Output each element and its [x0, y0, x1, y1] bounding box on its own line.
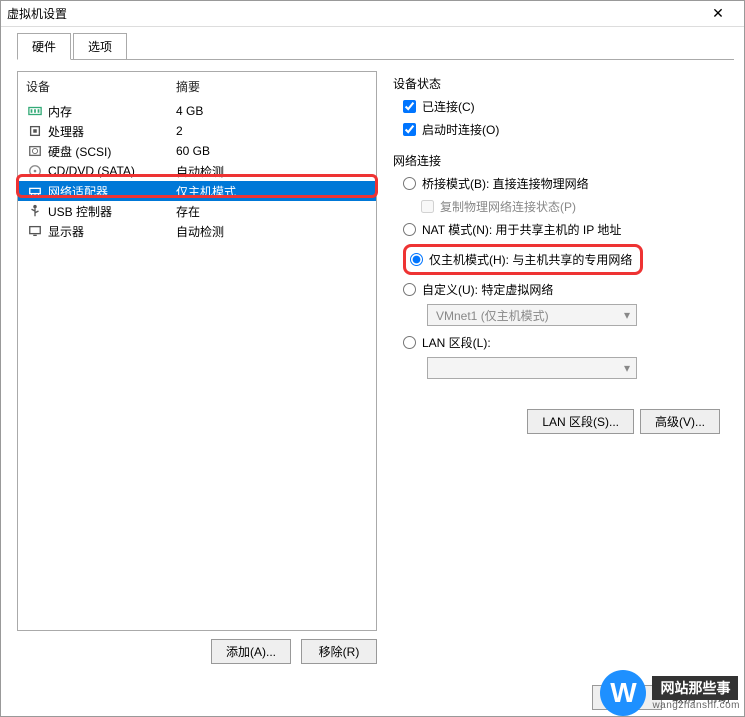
- connect-on-power-label: 启动时连接(O): [422, 121, 499, 138]
- device-summary: 4 GB: [176, 104, 368, 118]
- memory-icon: [26, 103, 44, 119]
- connected-input[interactable]: [403, 100, 416, 113]
- custom-input[interactable]: [403, 283, 416, 296]
- lan-select: [427, 357, 637, 379]
- cd-icon: [26, 163, 44, 179]
- connected-label: 已连接(C): [422, 98, 475, 115]
- device-summary: 自动检测: [176, 163, 368, 180]
- connect-on-power-input[interactable]: [403, 123, 416, 136]
- close-icon[interactable]: ✕: [698, 5, 738, 22]
- lan-label: LAN 区段(L):: [422, 334, 491, 351]
- device-name: CD/DVD (SATA): [48, 164, 135, 178]
- device-name: 网络适配器: [48, 183, 108, 200]
- device-name: 硬盘 (SCSI): [48, 143, 111, 160]
- display-icon: [26, 223, 44, 239]
- nat-label: NAT 模式(N): 用于共享主机的 IP 地址: [422, 221, 621, 238]
- watermark-badge: W: [600, 670, 646, 716]
- device-name: 处理器: [48, 123, 84, 140]
- custom-label: 自定义(U): 特定虚拟网络: [422, 281, 553, 298]
- network-title: 网络连接: [393, 152, 724, 169]
- hostonly-radio[interactable]: 仅主机模式(H): 与主机共享的专用网络: [410, 251, 632, 268]
- bridged-label: 桥接模式(B): 直接连接物理网络: [422, 175, 589, 192]
- tab-bar: 硬件 选项: [1, 27, 744, 60]
- disk-icon: [26, 143, 44, 159]
- tab-options[interactable]: 选项: [73, 33, 127, 60]
- custom-select: VMnet1 (仅主机模式): [427, 304, 637, 326]
- device-summary: 仅主机模式: [176, 183, 368, 200]
- nat-input[interactable]: [403, 223, 416, 236]
- device-name: 内存: [48, 103, 72, 120]
- header-device: 设备: [26, 78, 176, 95]
- cpu-icon: [26, 123, 44, 139]
- device-summary: 自动检测: [176, 223, 368, 240]
- device-summary: 存在: [176, 203, 368, 220]
- nat-radio[interactable]: NAT 模式(N): 用于共享主机的 IP 地址: [403, 221, 724, 238]
- device-row-disk[interactable]: 硬盘 (SCSI) 60 GB: [18, 141, 376, 161]
- tab-hardware[interactable]: 硬件: [17, 33, 71, 60]
- connected-checkbox[interactable]: 已连接(C): [403, 98, 724, 115]
- watermark: W 网站那些事 wangzhanshi.com: [600, 670, 740, 716]
- device-list: 设备 摘要 内存 4 GB 处理器 2 硬盘 (SCSI) 60 GB CD/D…: [17, 71, 377, 631]
- device-row-network[interactable]: 网络适配器 仅主机模式: [18, 181, 376, 201]
- device-summary: 60 GB: [176, 144, 368, 158]
- hostonly-input[interactable]: [410, 253, 423, 266]
- usb-icon: [26, 203, 44, 219]
- advanced-button[interactable]: 高级(V)...: [640, 409, 720, 434]
- list-header: 设备 摘要: [18, 72, 376, 101]
- network-icon: [26, 183, 44, 199]
- header-summary: 摘要: [176, 78, 368, 95]
- hostonly-label: 仅主机模式(H): 与主机共享的专用网络: [429, 251, 632, 268]
- device-row-memory[interactable]: 内存 4 GB: [18, 101, 376, 121]
- replicate-checkbox: 复制物理网络连接状态(P): [421, 198, 724, 215]
- titlebar: 虚拟机设置 ✕: [1, 1, 744, 27]
- device-name: 显示器: [48, 223, 84, 240]
- status-title: 设备状态: [393, 75, 724, 92]
- replicate-label: 复制物理网络连接状态(P): [440, 198, 576, 215]
- device-status-group: 设备状态 已连接(C) 启动时连接(O): [393, 75, 724, 138]
- connect-on-power-checkbox[interactable]: 启动时连接(O): [403, 121, 724, 138]
- lan-input[interactable]: [403, 336, 416, 349]
- device-row-cd[interactable]: CD/DVD (SATA) 自动检测: [18, 161, 376, 181]
- hostonly-highlight: 仅主机模式(H): 与主机共享的专用网络: [403, 244, 643, 275]
- device-summary: 2: [176, 124, 368, 138]
- window-title: 虚拟机设置: [7, 5, 698, 22]
- device-row-display[interactable]: 显示器 自动检测: [18, 221, 376, 241]
- bridged-input[interactable]: [403, 177, 416, 190]
- watermark-line2: wangzhanshi.com: [652, 700, 740, 711]
- lan-radio[interactable]: LAN 区段(L):: [403, 334, 724, 351]
- network-connection-group: 网络连接 桥接模式(B): 直接连接物理网络 复制物理网络连接状态(P) NAT…: [393, 152, 724, 379]
- remove-button[interactable]: 移除(R): [301, 639, 377, 664]
- custom-radio[interactable]: 自定义(U): 特定虚拟网络: [403, 281, 724, 298]
- replicate-input: [421, 200, 434, 213]
- bridged-radio[interactable]: 桥接模式(B): 直接连接物理网络: [403, 175, 724, 192]
- device-row-usb[interactable]: USB 控制器 存在: [18, 201, 376, 221]
- lan-segments-button[interactable]: LAN 区段(S)...: [527, 409, 634, 434]
- device-row-cpu[interactable]: 处理器 2: [18, 121, 376, 141]
- device-name: USB 控制器: [48, 203, 112, 220]
- vm-settings-window: 虚拟机设置 ✕ 硬件 选项 设备 摘要 内存 4 GB 处理器 2: [0, 0, 745, 717]
- watermark-line1: 网站那些事: [652, 676, 738, 700]
- add-button[interactable]: 添加(A)...: [211, 639, 291, 664]
